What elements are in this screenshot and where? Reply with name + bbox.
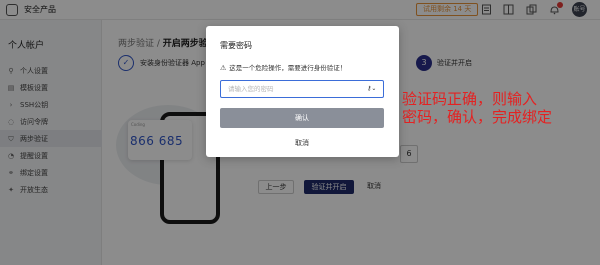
password-dialog: 需要密码 ⚠ 这是一个危险操作，需要进行身份验证！ ⚷⌄ 确认 取消 — [206, 26, 399, 157]
password-input[interactable] — [228, 85, 358, 93]
confirm-button[interactable]: 确认 — [220, 108, 384, 128]
dialog-warning: ⚠ 这是一个危险操作，需要进行身份验证！ — [220, 64, 347, 72]
annotation-text: 验证码正确，则输入 密码，确认，完成绑定 — [402, 90, 553, 126]
warning-icon: ⚠ — [220, 64, 227, 72]
password-field[interactable]: ⚷⌄ — [220, 80, 384, 98]
dialog-cancel-button[interactable]: 取消 — [220, 138, 384, 148]
dialog-title: 需要密码 — [220, 41, 252, 50]
key-icon[interactable]: ⚷⌄ — [367, 85, 379, 93]
